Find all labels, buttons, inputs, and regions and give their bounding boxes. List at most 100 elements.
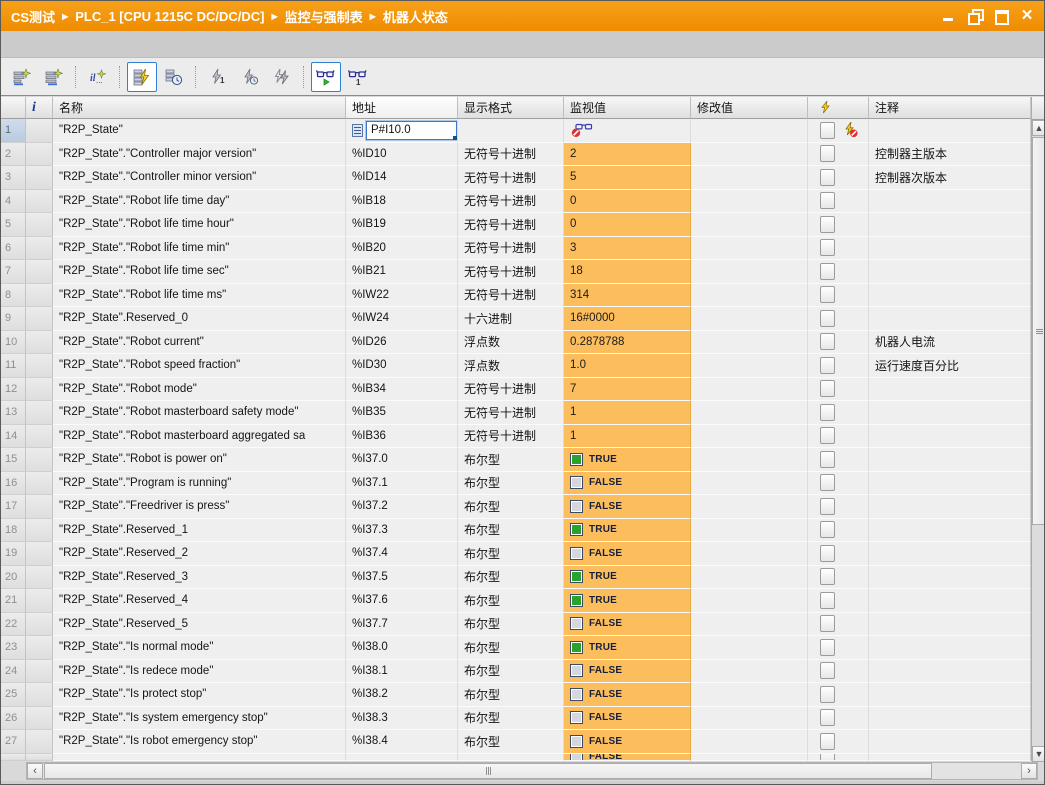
display-format-cell[interactable]: 布尔型 [458, 589, 564, 613]
name-cell[interactable]: "R2P_State"."Freedriver is press" [53, 495, 346, 519]
address-cell[interactable]: %I38.1 [346, 660, 458, 684]
scroll-up-icon[interactable]: ▲ [1032, 120, 1045, 136]
address-cell[interactable]: %IB20 [346, 237, 458, 261]
row-number-cell[interactable]: 8 [1, 284, 26, 308]
display-format-cell[interactable]: 无符号十进制 [458, 284, 564, 308]
name-cell[interactable]: "R2P_State"."Robot life time day" [53, 190, 346, 214]
modify-checkbox[interactable] [820, 615, 835, 632]
address-cell[interactable]: %I37.2 [346, 495, 458, 519]
modify-checkbox[interactable] [820, 592, 835, 609]
modify-checkbox[interactable] [820, 545, 835, 562]
row-number-cell[interactable]: 6 [1, 237, 26, 261]
address-cell[interactable]: %IB19 [346, 213, 458, 237]
comment-cell[interactable] [869, 707, 1031, 731]
row-number-cell[interactable]: 20 [1, 566, 26, 590]
comment-cell[interactable] [869, 519, 1031, 543]
address-cell[interactable] [346, 754, 458, 761]
modify-value-column-header[interactable]: 修改值 [691, 97, 808, 119]
name-cell[interactable]: "R2P_State"."Is normal mode" [53, 636, 346, 660]
comment-cell[interactable] [869, 542, 1031, 566]
name-cell[interactable]: "R2P_State"."Is system emergency stop" [53, 707, 346, 731]
display-format-cell[interactable]: 布尔型 [458, 660, 564, 684]
address-cell[interactable]: %IW24 [346, 307, 458, 331]
address-cell[interactable]: %I37.4 [346, 542, 458, 566]
modify-checkbox[interactable] [820, 686, 835, 703]
name-cell[interactable]: "R2P_State".Reserved_3 [53, 566, 346, 590]
display-format-cell[interactable]: 无符号十进制 [458, 237, 564, 261]
modify-value-cell[interactable] [691, 542, 808, 566]
address-cell[interactable]: %I37.0 [346, 448, 458, 472]
modify-checkbox[interactable] [820, 122, 835, 139]
name-cell[interactable]: "R2P_State"."Robot masterboard aggregate… [53, 425, 346, 449]
modify-value-cell[interactable] [691, 613, 808, 637]
modify-value-cell[interactable] [691, 166, 808, 190]
row-number-cell[interactable]: 9 [1, 307, 26, 331]
modify-value-cell[interactable] [691, 119, 808, 143]
breadcrumb-watch-tables[interactable]: 监控与强制表 [285, 7, 363, 26]
display-format-cell[interactable]: 无符号十进制 [458, 166, 564, 190]
address-cell[interactable]: %I38.0 [346, 636, 458, 660]
row-number-cell[interactable]: 2 [1, 143, 26, 167]
display-format-cell[interactable]: 无符号十进制 [458, 213, 564, 237]
insert-row-icon[interactable] [7, 62, 37, 92]
address-cell[interactable]: %I37.3 [346, 519, 458, 543]
modify-value-cell[interactable] [691, 660, 808, 684]
address-cell[interactable]: %IB35 [346, 401, 458, 425]
row-number-cell[interactable]: 21 [1, 589, 26, 613]
modify-value-cell[interactable] [691, 519, 808, 543]
modify-checkbox[interactable] [820, 310, 835, 327]
address-selector-icon[interactable] [352, 124, 363, 137]
display-format-cell[interactable]: 布尔型 [458, 566, 564, 590]
comment-cell[interactable] [869, 472, 1031, 496]
row-number-cell[interactable]: 27 [1, 730, 26, 754]
address-cell[interactable]: %I38.4 [346, 730, 458, 754]
row-number-cell[interactable]: 22 [1, 613, 26, 637]
address-cell[interactable]: %I37.6 [346, 589, 458, 613]
name-cell[interactable]: "R2P_State"."Robot mode" [53, 378, 346, 402]
monitor-all-icon[interactable] [127, 62, 157, 92]
scroll-right-icon[interactable]: › [1021, 763, 1037, 779]
modify-checkbox[interactable] [820, 427, 835, 444]
address-input[interactable]: P#I10.0 [366, 121, 457, 140]
modify-value-cell[interactable] [691, 378, 808, 402]
row-number-cell[interactable]: 18 [1, 519, 26, 543]
display-format-cell[interactable] [458, 754, 564, 761]
modify-checkbox[interactable] [820, 239, 835, 256]
address-cell[interactable]: %IB18 [346, 190, 458, 214]
address-column-header[interactable]: 地址 [346, 97, 458, 119]
modify-value-cell[interactable] [691, 284, 808, 308]
modify-checkbox[interactable] [820, 639, 835, 656]
scroll-down-icon[interactable]: ▼ [1032, 746, 1045, 762]
name-cell[interactable]: "R2P_State"."Is robot emergency stop" [53, 730, 346, 754]
row-number-cell[interactable]: 5 [1, 213, 26, 237]
address-cell[interactable]: %I38.3 [346, 707, 458, 731]
comment-column-header[interactable]: 注释 [869, 97, 1031, 119]
row-number-cell[interactable]: 25 [1, 683, 26, 707]
comment-cell[interactable] [869, 284, 1031, 308]
display-format-cell[interactable]: 布尔型 [458, 707, 564, 731]
modify-value-cell[interactable] [691, 260, 808, 284]
comment-cell[interactable] [869, 589, 1031, 613]
name-cell[interactable]: "R2P_State"."Robot current" [53, 331, 346, 355]
modify-value-cell[interactable] [691, 566, 808, 590]
row-number-cell[interactable]: 26 [1, 707, 26, 731]
comment-cell[interactable] [869, 683, 1031, 707]
row-number-cell[interactable]: 3 [1, 166, 26, 190]
name-cell[interactable]: "R2P_State".Reserved_2 [53, 542, 346, 566]
modify-value-cell[interactable] [691, 143, 808, 167]
comment-cell[interactable] [869, 730, 1031, 754]
name-cell[interactable]: "R2P_State"."Robot is power on" [53, 448, 346, 472]
comment-cell[interactable] [869, 190, 1031, 214]
modify-value-cell[interactable] [691, 495, 808, 519]
comment-cell[interactable] [869, 566, 1031, 590]
modify-value-cell[interactable] [691, 707, 808, 731]
row-number-cell[interactable]: 11 [1, 354, 26, 378]
modify-checkbox[interactable] [820, 498, 835, 515]
modify-trigger-column-header[interactable] [808, 97, 869, 119]
name-cell[interactable]: "R2P_State"."Controller major version" [53, 143, 346, 167]
name-cell[interactable]: "R2P_State"."Robot life time hour" [53, 213, 346, 237]
modify-value-cell[interactable] [691, 472, 808, 496]
modify-value-cell[interactable] [691, 331, 808, 355]
display-format-cell[interactable]: 布尔型 [458, 730, 564, 754]
name-cell[interactable]: "R2P_State"."Robot life time min" [53, 237, 346, 261]
